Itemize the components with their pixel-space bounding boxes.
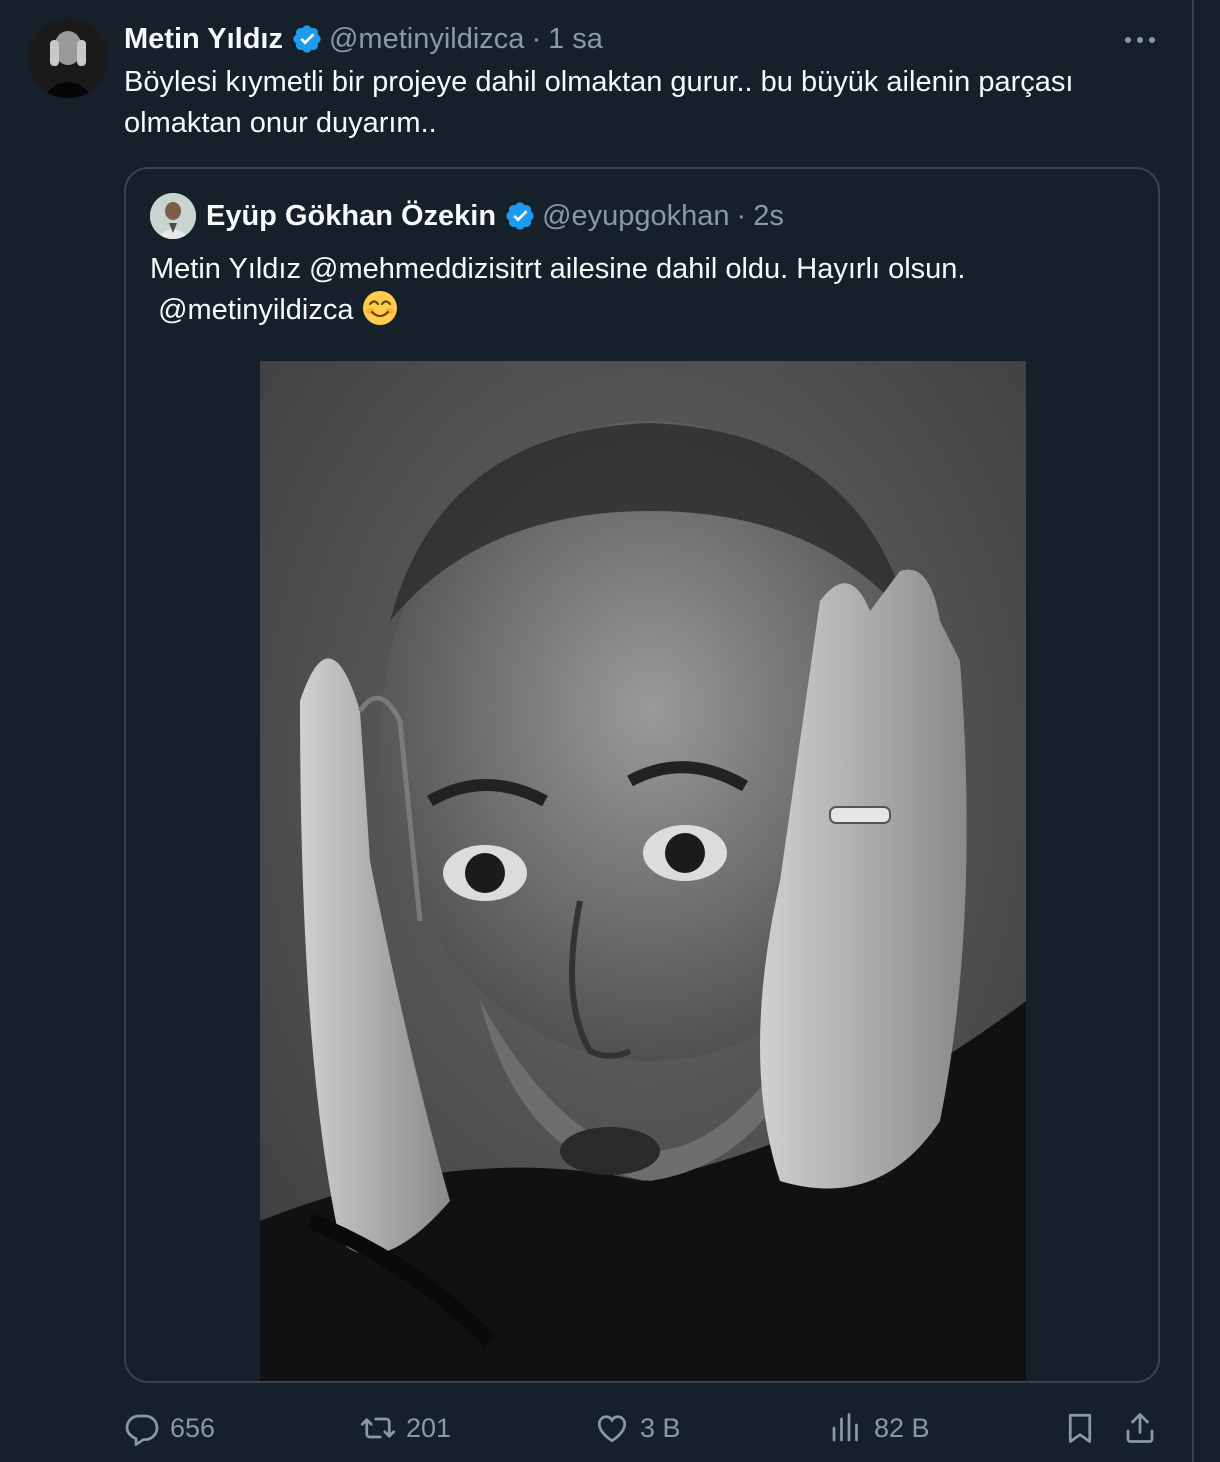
views-chart-icon xyxy=(832,1413,858,1442)
quoted-author-display-name[interactable]: Eyüp Gökhan Özekin xyxy=(206,200,496,233)
tweet-actions-bar: 656 201 3 B 82 B xyxy=(124,1402,1164,1454)
verified-badge-icon[interactable] xyxy=(504,200,536,232)
bookmark-button[interactable] xyxy=(1062,1402,1098,1454)
repost-button[interactable]: 201 xyxy=(360,1402,451,1454)
portrait-image xyxy=(260,361,1026,1381)
author-display-name[interactable]: Metin Yıldız xyxy=(124,23,283,56)
tweet-timestamp[interactable]: 1 sa xyxy=(548,23,603,56)
views-button[interactable]: 82 B xyxy=(828,1402,930,1454)
quoted-tweet-header: Eyüp Gökhan Özekin @eyupgokhan · 2s xyxy=(150,193,784,239)
repost-icon xyxy=(360,1417,396,1439)
quoted-author-avatar[interactable] xyxy=(150,193,196,239)
separator-dot: · xyxy=(531,22,542,55)
reply-icon xyxy=(125,1414,159,1446)
more-options-icon[interactable] xyxy=(1122,26,1158,54)
author-handle[interactable]: @metinyildizca xyxy=(329,23,524,56)
quoted-tweet-timestamp[interactable]: 2s xyxy=(753,200,784,233)
quoted-author-handle[interactable]: @eyupgokhan xyxy=(542,200,729,233)
quoted-tweet-card[interactable]: Eyüp Gökhan Özekin @eyupgokhan · 2s Meti… xyxy=(124,167,1160,1383)
bookmark-icon xyxy=(1068,1413,1092,1443)
smiling-face-emoji-icon xyxy=(362,291,397,325)
repost-count: 201 xyxy=(406,1412,452,1443)
view-count: 82 B xyxy=(874,1412,930,1443)
reply-button[interactable]: 656 xyxy=(124,1402,215,1454)
share-icon xyxy=(1126,1413,1154,1443)
tweet-page: Metin Yıldız @metinyildizca · 1 sa Böyle… xyxy=(0,0,1220,1462)
quoted-tweet-text-line: Metin Yıldız @mehmeddizisitrt ailesine d… xyxy=(150,253,966,285)
tweet-text: Böylesi kıymetli bir projeye dahil olmak… xyxy=(124,66,1074,139)
separator-dot: · xyxy=(736,199,747,232)
like-count: 3 B xyxy=(640,1412,681,1443)
share-button[interactable] xyxy=(1122,1402,1158,1454)
reply-count: 656 xyxy=(170,1412,216,1443)
tweet-header: Metin Yıldız @metinyildizca · 1 sa xyxy=(124,18,603,60)
timeline-divider xyxy=(1192,0,1194,1462)
quoted-tweet-text: Metin Yıldız @mehmeddizisitrt ailesine d… xyxy=(150,249,1130,331)
mention-link[interactable]: @metinyildizca xyxy=(158,294,353,326)
quoted-tweet-text-line: @metinyildizca xyxy=(150,290,1130,331)
author-avatar[interactable] xyxy=(28,18,108,98)
heart-icon xyxy=(597,1415,627,1443)
like-button[interactable]: 3 B xyxy=(594,1402,681,1454)
quoted-tweet-photo[interactable] xyxy=(260,361,1026,1381)
verified-badge-icon[interactable] xyxy=(291,23,323,55)
